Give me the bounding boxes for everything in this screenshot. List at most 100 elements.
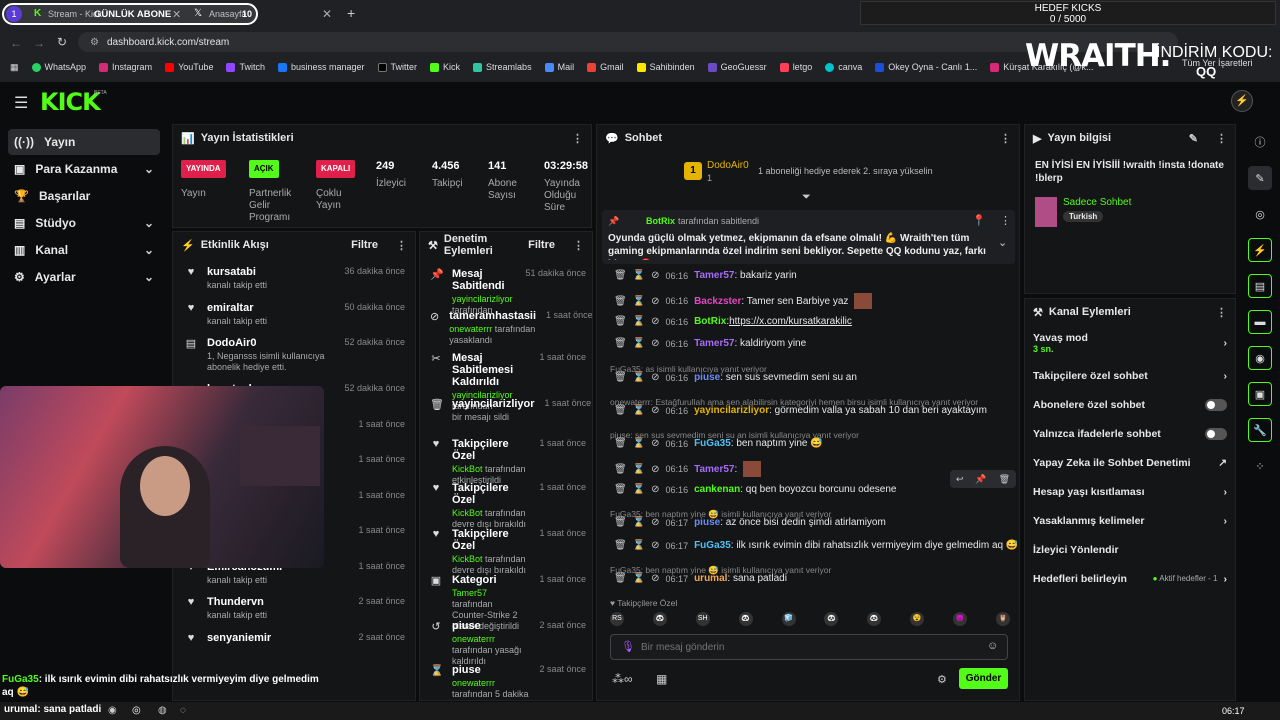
ban-icon[interactable]: ⊘: [651, 517, 659, 528]
timeout-icon[interactable]: ⌛: [633, 316, 645, 327]
chat-username[interactable]: Tamer57: [694, 464, 734, 475]
category-name[interactable]: Sadece Sohbet: [1063, 197, 1131, 208]
activity-user[interactable]: kursatabi: [207, 266, 334, 278]
chat-username[interactable]: piuse: [694, 517, 720, 528]
more-icon[interactable]: ⋮: [1216, 132, 1227, 145]
emote-button[interactable]: 🐼: [652, 612, 667, 626]
emote-button[interactable]: 😈: [953, 612, 967, 626]
trash-icon[interactable]: 🗑: [614, 573, 627, 584]
trash-icon[interactable]: 🗑: [614, 484, 627, 495]
timeout-icon[interactable]: ⌛: [633, 464, 645, 475]
reply-icon[interactable]: ↩: [956, 474, 964, 485]
moderation-actor[interactable]: KickBot: [452, 554, 483, 564]
send-button[interactable]: Gönder: [959, 668, 1008, 689]
chrome-icon[interactable]: ◎: [132, 705, 141, 716]
emote-button[interactable]: 😵: [910, 612, 925, 626]
back-icon[interactable]: ←: [10, 36, 22, 50]
emote-button[interactable]: 🐼: [824, 612, 839, 626]
chat-input[interactable]: [641, 638, 971, 656]
chevron-down-icon[interactable]: ⌄: [998, 236, 1007, 249]
bookmark-kick[interactable]: Kick: [430, 60, 460, 74]
lightning-icon[interactable]: ⚡: [1248, 238, 1272, 262]
trash-icon[interactable]: 🗑: [614, 338, 627, 349]
clipboard-icon[interactable]: ▤: [1248, 274, 1272, 298]
moderation-actor[interactable]: onewaterrr: [449, 324, 492, 334]
discord-icon[interactable]: ◍: [158, 705, 167, 716]
ban-icon[interactable]: ⊘: [651, 270, 659, 281]
ban-icon[interactable]: ⊘: [651, 316, 659, 327]
unpin-icon[interactable]: 📍: [972, 214, 986, 227]
emote-button[interactable]: RS: [610, 612, 624, 626]
bookmark-canva[interactable]: canva: [825, 60, 862, 74]
chat-link[interactable]: https://x.com/kursatkarakilic: [729, 316, 852, 327]
emoji-icon[interactable]: ☺: [987, 640, 998, 652]
bookmark-whatsapp[interactable]: WhatsApp: [31, 60, 86, 74]
sidebar-item-settings[interactable]: ⚙ Ayarlar ⌄: [8, 264, 160, 290]
ban-icon[interactable]: ⊘: [651, 438, 659, 449]
activity-user[interactable]: Thundervn: [207, 596, 348, 608]
bookmark-sahibinden[interactable]: Sahibinden: [636, 60, 695, 74]
ban-icon[interactable]: ⊘: [651, 573, 659, 584]
trash-icon[interactable]: 🗑: [614, 464, 627, 475]
trash-icon[interactable]: 🗑: [614, 405, 627, 416]
trash-icon[interactable]: 🗑: [614, 316, 627, 327]
more-icon[interactable]: ⋮: [572, 132, 583, 145]
apps-icon[interactable]: ▦: [10, 60, 19, 74]
bookmark-mail[interactable]: Mail: [544, 60, 574, 74]
filter-button[interactable]: Filtre: [351, 239, 378, 251]
timeout-icon[interactable]: ⌛: [633, 573, 645, 584]
ban-icon[interactable]: ⊘: [651, 464, 659, 475]
followers-only-row[interactable]: Takipçilere özel sohbet ›: [1025, 361, 1235, 390]
banned-words-row[interactable]: Yasaklanmış kelimeler ›: [1025, 506, 1235, 535]
sidebar-item-achievements[interactable]: 🏆 Başarılar: [8, 183, 160, 209]
tab-close-icon[interactable]: ✕: [172, 8, 181, 21]
trash-icon[interactable]: 🗑: [614, 540, 627, 551]
obs-icon[interactable]: ◌: [180, 705, 186, 716]
mic-icon[interactable]: 🎙: [621, 640, 635, 653]
chat-username[interactable]: FuGa35: [694, 540, 731, 551]
activity-user[interactable]: senyaniemir: [207, 632, 348, 644]
chat-username[interactable]: yayincilarizliyor: [694, 405, 769, 416]
moderation-actor[interactable]: yayincilarizliyor: [452, 294, 513, 304]
sidebar-item-channel[interactable]: ▥ Kanal ⌄: [8, 237, 160, 263]
emote-button[interactable]: 🧊: [781, 612, 796, 626]
sidebar-item-monetization[interactable]: ▣ Para Kazanma ⌄: [8, 156, 160, 182]
chat-username[interactable]: urumal: [694, 573, 727, 584]
category-thumbnail[interactable]: [1035, 197, 1057, 227]
ban-icon[interactable]: ⊘: [651, 338, 659, 349]
tab-close-icon[interactable]: ✕: [322, 7, 332, 21]
collapse-icon[interactable]: ⏷: [802, 191, 811, 204]
timeout-icon[interactable]: ⌛: [633, 270, 645, 281]
chat-username[interactable]: piuse: [694, 372, 720, 383]
more-icon[interactable]: ⋮: [396, 239, 407, 252]
chat-username[interactable]: FuGa35: [694, 438, 731, 449]
ban-icon[interactable]: ⊘: [651, 540, 659, 551]
edit-icon[interactable]: ✎: [1189, 132, 1198, 145]
tab-home-title[interactable]: Anasayfa: [209, 9, 247, 19]
timeout-icon[interactable]: ⌛: [633, 372, 645, 383]
ai-moderation-row[interactable]: Yapay Zeka ile Sohbet Denetimi ↗: [1025, 448, 1235, 477]
info-icon[interactable]: ⓘ: [1248, 130, 1272, 154]
slow-mode-row[interactable]: Yavaş mod 3 sn. ›: [1025, 325, 1235, 361]
gear-icon[interactable]: ⚙: [937, 673, 947, 686]
emote-only-toggle[interactable]: [1205, 427, 1227, 440]
emote-button[interactable]: 🦉: [995, 612, 1010, 626]
more-icon[interactable]: ⋮: [573, 239, 584, 252]
moderation-actor[interactable]: onewaterrr: [452, 634, 495, 644]
trash-icon[interactable]: 🗑: [614, 438, 627, 449]
chat-username[interactable]: Tamer57: [694, 338, 734, 349]
edit-icon[interactable]: ✎: [1248, 166, 1272, 190]
broadcast-icon[interactable]: ◉: [1248, 346, 1272, 370]
site-info-icon[interactable]: ⚙: [90, 37, 99, 48]
ban-icon[interactable]: ⊘: [651, 372, 659, 383]
top-gifter-name[interactable]: DodoAir0: [707, 160, 749, 171]
bookmark-gmail[interactable]: Gmail: [587, 60, 624, 74]
bookmark-streamlabs[interactable]: Streamlabs: [473, 60, 532, 74]
timeout-icon[interactable]: ⌛: [633, 296, 645, 307]
chat-username[interactable]: Tamer57: [694, 270, 734, 281]
trash-icon[interactable]: 🗑: [614, 517, 627, 528]
timeout-icon[interactable]: ⌛: [633, 405, 645, 416]
bookmark-letgo[interactable]: letgo: [779, 60, 812, 74]
users-icon[interactable]: ▣: [1248, 382, 1272, 406]
add-widget-icon[interactable]: ⁘: [1248, 454, 1272, 478]
